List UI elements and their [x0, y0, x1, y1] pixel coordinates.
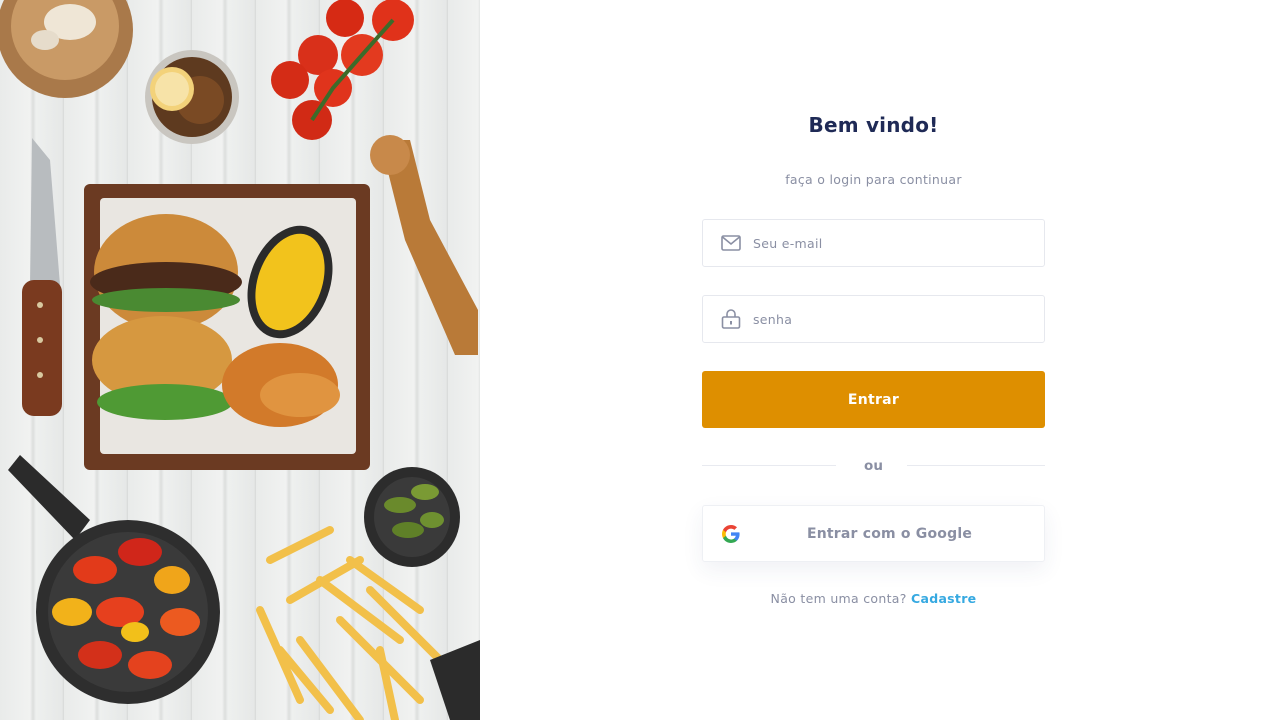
google-login-button[interactable]: Entrar com o Google — [702, 505, 1045, 562]
lock-icon — [720, 308, 742, 330]
password-field[interactable] — [702, 295, 1045, 343]
password-input[interactable] — [753, 296, 1044, 342]
divider-line-right — [907, 465, 1045, 466]
signup-prompt-text: Não tem uma conta? — [770, 591, 907, 606]
submit-button[interactable]: Entrar — [702, 371, 1045, 428]
food-illustration — [0, 0, 480, 720]
page-title: Bem vindo! — [808, 113, 939, 137]
signup-link[interactable]: Cadastre — [911, 591, 976, 606]
hero-food-image — [0, 0, 480, 720]
divider-label: ou — [864, 458, 883, 474]
or-divider: ou — [702, 456, 1045, 476]
email-field[interactable] — [702, 219, 1045, 267]
email-input[interactable] — [753, 220, 1044, 266]
signup-prompt: Não tem uma conta? Cadastre — [702, 591, 1045, 606]
login-form: Bem vindo! faça o login para continuar E… — [702, 0, 1045, 720]
mail-icon — [720, 232, 742, 254]
google-icon — [722, 525, 740, 543]
page-subtitle: faça o login para continuar — [785, 172, 962, 187]
google-login-label: Entrar com o Google — [806, 525, 973, 542]
